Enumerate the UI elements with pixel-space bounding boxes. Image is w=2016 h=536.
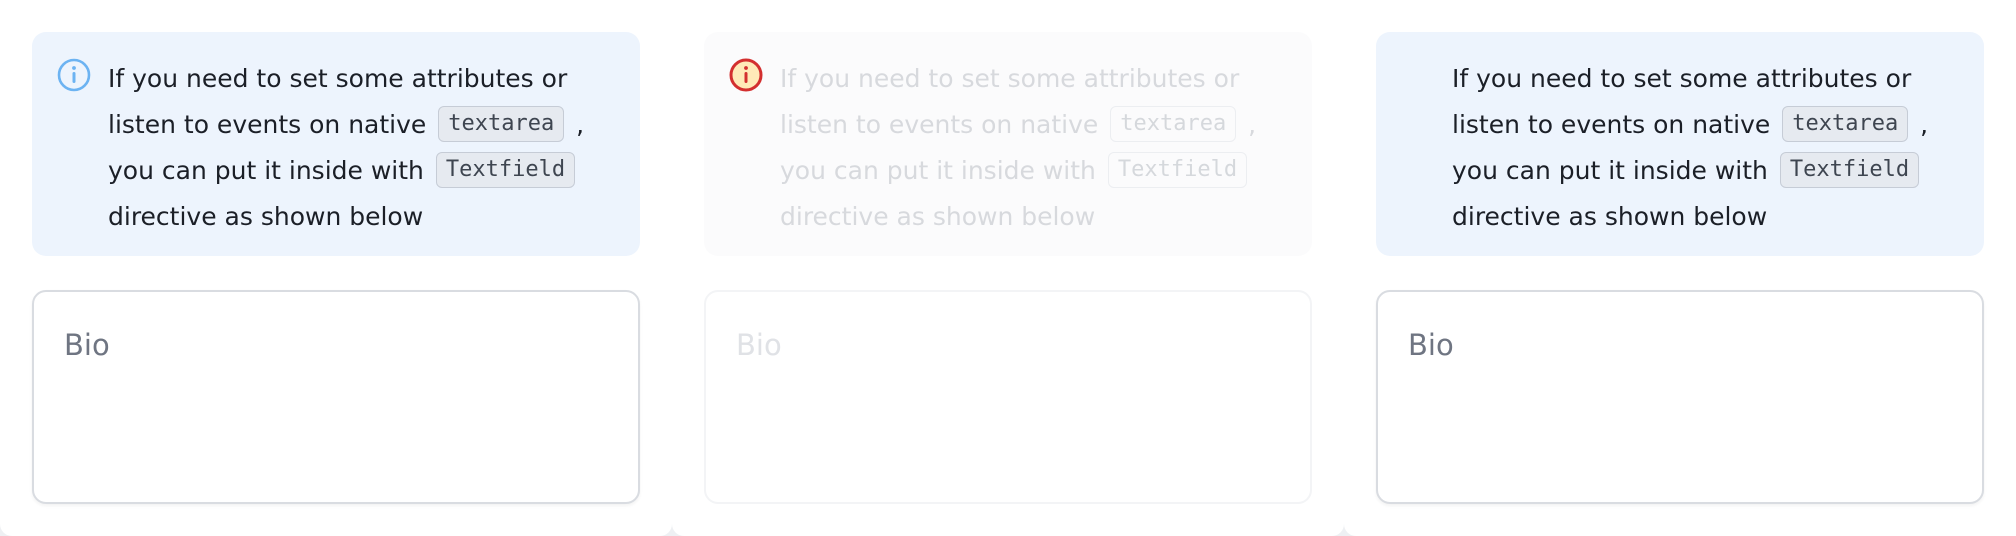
alert-message: If you need to set some attributes or li… [108,56,628,240]
code-textfield: Textfield [1779,152,1920,188]
alert-text-part: directive as shown below [780,202,1096,231]
alert-message: If you need to set some attributes or li… [1452,56,1972,240]
code-textfield: Textfield [435,152,576,188]
info-warning-icon [729,58,763,92]
code-textarea: textarea [1782,106,1909,142]
bio-textarea[interactable] [34,292,638,502]
code-textfield: Textfield [1107,152,1248,188]
alert-message: If you need to set some attributes or li… [780,56,1300,240]
info-icon [57,58,91,92]
bio-textarea[interactable] [1378,292,1982,502]
bio-textfield [1376,290,1984,504]
info-alert: If you need to set some attributes or li… [32,32,640,256]
bio-textarea [706,292,1310,502]
bio-textfield [704,290,1312,504]
bio-textfield [32,290,640,504]
demo-panel-disabled: If you need to set some attributes or li… [672,0,1344,536]
info-alert: If you need to set some attributes or li… [1376,32,1984,256]
demo-panel-default: If you need to set some attributes or li… [0,0,672,536]
info-alert: If you need to set some attributes or li… [704,32,1312,256]
code-textarea: textarea [1110,106,1237,142]
code-textarea: textarea [438,106,565,142]
demo-panel-no-icon: If you need to set some attributes or li… [1344,0,2016,536]
alert-text-part: directive as shown below [1452,202,1768,231]
alert-text-part: directive as shown below [108,202,424,231]
